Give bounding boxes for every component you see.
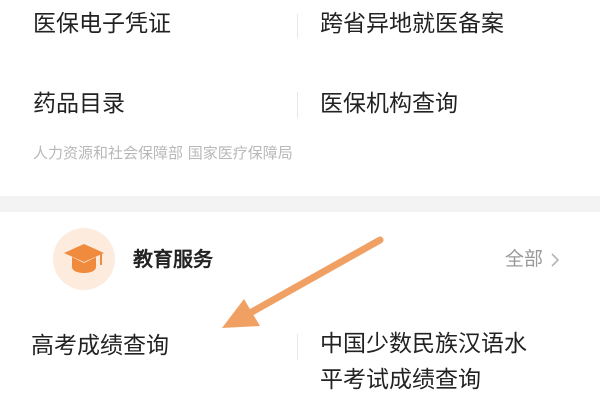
item-label-line-2: 平考试成绩查询 (320, 367, 481, 393)
minority-chinese-test-score-query-link[interactable]: 中国少数民族汉语水 平考试成绩查询 (320, 326, 580, 398)
education-section-icon (53, 228, 115, 290)
medical-institution-query-link[interactable]: 医保机构查询 (320, 88, 458, 120)
grid-divider (297, 14, 298, 38)
education-section-title: 教育服务 (133, 247, 213, 271)
source-note: 人力资源和社会保障部 国家医疗保障局 (33, 144, 293, 162)
see-all-label: 全部 (505, 248, 544, 270)
chevron-right-icon (551, 252, 560, 267)
cross-province-medical-filing-link[interactable]: 跨省异地就医备案 (320, 8, 504, 40)
medical-services-card: 医保电子凭证 跨省异地就医备案 药品目录 医保机构查询 人力资源和社会保障部 国… (0, 0, 600, 196)
gaokao-score-query-link[interactable]: 高考成绩查询 (31, 330, 169, 362)
grid-divider (297, 92, 298, 118)
medical-e-certificate-link[interactable]: 医保电子凭证 (33, 8, 171, 40)
item-label-line-1: 中国少数民族汉语水 (320, 331, 527, 357)
graduation-cap-icon (64, 244, 104, 273)
drug-catalog-link[interactable]: 药品目录 (33, 88, 125, 120)
education-see-all-button[interactable]: 全部 (505, 244, 560, 274)
grid-divider (297, 334, 298, 360)
